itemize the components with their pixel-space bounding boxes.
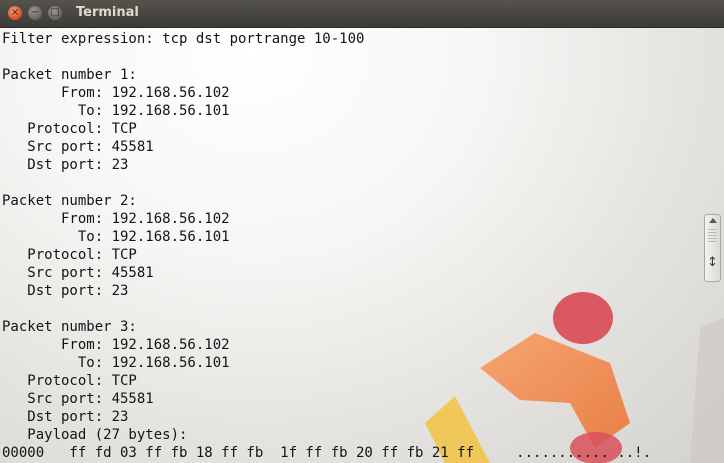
maximize-button[interactable]: □	[48, 6, 62, 20]
close-icon: ×	[10, 7, 20, 18]
terminal-line: From: 192.168.56.102	[2, 85, 230, 101]
terminal-area[interactable]: Filter expression: tcp dst portrange 10-…	[0, 28, 724, 463]
terminal-output[interactable]: Filter expression: tcp dst portrange 10-…	[2, 30, 651, 462]
terminal-line: Packet number 1:	[2, 67, 137, 83]
terminal-line: Protocol: TCP	[2, 121, 137, 137]
terminal-line: Src port: 45581	[2, 139, 154, 155]
scrollbar[interactable]: ↕	[704, 214, 721, 282]
maximize-icon: □	[50, 7, 60, 18]
scrollbar-grip[interactable]	[708, 229, 717, 243]
terminal-line: Packet number 3:	[2, 319, 137, 335]
terminal-line: Dst port: 23	[2, 157, 129, 173]
terminal-line: From: 192.168.56.102	[2, 211, 230, 227]
scroll-resize-icon[interactable]: ↕	[707, 256, 718, 269]
terminal-line: 00000 ff fd 03 ff fb 18 ff fb 1f ff fb 2…	[2, 445, 652, 461]
terminal-line: Protocol: TCP	[2, 247, 137, 263]
terminal-line: Src port: 45581	[2, 265, 154, 281]
terminal-line: From: 192.168.56.102	[2, 337, 230, 353]
window-title: Terminal	[76, 5, 139, 20]
minimize-button[interactable]: −	[28, 6, 42, 20]
scroll-up-arrow-icon[interactable]	[709, 218, 717, 223]
terminal-line: Packet number 2:	[2, 193, 137, 209]
title-bar[interactable]: × − □ Terminal	[0, 0, 724, 28]
terminal-line: Dst port: 23	[2, 409, 129, 425]
terminal-line: Payload (27 bytes):	[2, 427, 188, 443]
terminal-line: Filter expression: tcp dst portrange 10-…	[2, 31, 365, 47]
terminal-line: To: 192.168.56.101	[2, 103, 230, 119]
minimize-icon: −	[30, 7, 40, 18]
terminal-window: × − □ Terminal Filter expression: tcp ds…	[0, 0, 724, 463]
terminal-line: Src port: 45581	[2, 391, 154, 407]
terminal-line: Protocol: TCP	[2, 373, 137, 389]
terminal-line: Dst port: 23	[2, 283, 129, 299]
terminal-line: To: 192.168.56.101	[2, 229, 230, 245]
terminal-line: To: 192.168.56.101	[2, 355, 230, 371]
close-button[interactable]: ×	[8, 6, 22, 20]
